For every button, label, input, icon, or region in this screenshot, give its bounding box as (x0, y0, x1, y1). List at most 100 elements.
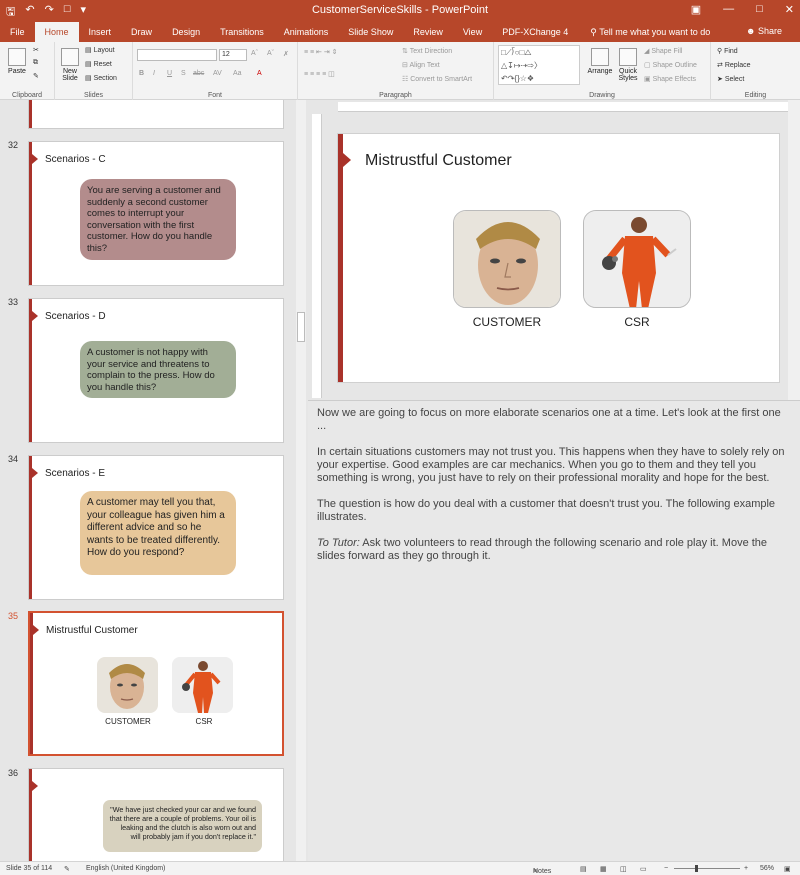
slide-sorter-icon[interactable]: ▦ (600, 865, 607, 873)
thumbnail-title: Scenarios - E (45, 468, 106, 479)
quick-styles-label: Quick Styles (618, 68, 638, 82)
underline-button[interactable]: U (167, 70, 172, 77)
language-indicator[interactable]: English (United Kingdom) (86, 865, 165, 872)
slide-title[interactable]: Mistrustful Customer (365, 152, 512, 170)
arrange-label: Arrange (587, 68, 613, 75)
select-button[interactable]: ➤ Select (717, 75, 744, 83)
reading-view-icon[interactable]: ◫ (620, 865, 627, 873)
char-spacing-button[interactable]: AV (213, 70, 222, 77)
replace-button[interactable]: ⇄ Replace (717, 61, 751, 69)
shape-fill-button[interactable]: ◢ Shape Fill (644, 47, 682, 55)
tutor-text: Ask two volunteers to read through the f… (317, 537, 768, 562)
layout-label: Layout (93, 47, 115, 54)
cut-icon[interactable]: ✂ (33, 46, 39, 54)
slide-thumbnail-35[interactable]: Mistrustful Customer CUSTOMER CSR (28, 611, 284, 756)
ribbon-options-icon[interactable]: ▣ (691, 3, 701, 16)
normal-view-icon[interactable]: ▤ (580, 865, 587, 873)
paste-button[interactable]: Paste (4, 48, 30, 75)
zoom-slider-thumb[interactable] (695, 865, 698, 872)
minimize-icon[interactable]: — (723, 3, 734, 16)
editing-group: ⚲ Find ⇄ Replace ➤ Select Editing (711, 42, 800, 100)
slide-thumbnail[interactable] (28, 100, 284, 129)
shapes-gallery[interactable]: □⟋⟌○□△ △↧↦⇢⇨〉 ↶↷{}☆❖ (498, 45, 580, 85)
format-painter-icon[interactable]: ✎ (33, 72, 39, 80)
slideshow-icon[interactable]: ▭ (640, 865, 647, 873)
tab-slide-show[interactable]: Slide Show (338, 22, 403, 42)
section-button[interactable]: ▤ Section (85, 74, 117, 82)
copy-icon[interactable]: ⧉ (33, 59, 38, 67)
tab-design[interactable]: Design (162, 22, 210, 42)
slide-thumbnail-34[interactable]: Scenarios - E A customer may tell you th… (28, 455, 284, 600)
text-direction-label: Text Direction (409, 48, 453, 55)
paragraph-group: ≡ ≡ ⇤ ⇥ ⇕ ≡ ≡ ≡ ≡ ◫ ⇅ Text Direction ⊟ A… (298, 42, 494, 100)
bold-button[interactable]: B (139, 70, 144, 77)
font-color-button[interactable]: A (257, 70, 262, 77)
tab-draw[interactable]: Draw (121, 22, 162, 42)
scrollbar-thumb[interactable] (297, 312, 305, 342)
shape-effects-button[interactable]: ▣ Shape Effects (644, 75, 696, 83)
thumbnail-title: Scenarios - D (45, 311, 106, 322)
editor-scrollbar[interactable] (788, 100, 800, 400)
zoom-out-icon[interactable]: − (664, 865, 668, 872)
customer-photo[interactable] (453, 210, 561, 308)
thumbnail-scrollbar[interactable] (296, 100, 306, 861)
current-slide[interactable]: Mistrustful Customer CUSTOMER CSR (337, 133, 780, 383)
section-label: Section (93, 75, 117, 82)
shape-effects-icon: ▣ (644, 76, 653, 83)
slide-thumbnail-33[interactable]: Scenarios - D A customer is not happy wi… (28, 298, 284, 443)
section-icon: ▤ (85, 75, 94, 82)
clear-format-icon[interactable]: ✗ (283, 50, 289, 58)
text-direction-button[interactable]: ⇅ Text Direction (402, 47, 452, 55)
zoom-level[interactable]: 56% (760, 865, 774, 872)
notes-label: Notes (533, 868, 552, 875)
tab-review[interactable]: Review (403, 22, 453, 42)
find-button[interactable]: ⚲ Find (717, 47, 738, 55)
tab-animations[interactable]: Animations (274, 22, 339, 42)
font-size-combo[interactable]: 12 (219, 49, 247, 61)
shadow-button[interactable]: S (181, 70, 186, 77)
change-case-button[interactable]: Aa (233, 70, 242, 77)
tab-pdf-xchange[interactable]: PDF-XChange 4 (492, 22, 578, 42)
csr-photo[interactable] (583, 210, 691, 308)
italic-button[interactable]: I (153, 70, 155, 77)
tab-view[interactable]: View (453, 22, 492, 42)
zoom-slider[interactable] (674, 868, 740, 869)
shape-outline-button[interactable]: ▢ Shape Outline (644, 61, 697, 69)
arrange-icon (591, 48, 609, 66)
quick-styles-button[interactable]: Quick Styles (616, 48, 640, 82)
layout-button[interactable]: ▤ Layout (85, 46, 115, 54)
notes-paragraph-4: To Tutor: Ask two volunteers to read thr… (317, 537, 790, 563)
smartart-button[interactable]: ☷ Convert to SmartArt (402, 75, 472, 83)
customer-thumbnail-photo (97, 657, 158, 713)
tab-transitions[interactable]: Transitions (210, 22, 274, 42)
reset-icon: ▤ (85, 61, 94, 68)
align-text-button[interactable]: ⊟ Align Text (402, 61, 440, 69)
maximize-icon[interactable]: □ (756, 3, 763, 16)
fit-slide-icon[interactable]: ▣ (784, 865, 791, 873)
customer-label[interactable]: CUSTOMER (442, 315, 572, 329)
grow-font-icon[interactable]: Aˆ (251, 50, 258, 57)
spellcheck-icon[interactable]: ✎ (64, 865, 70, 873)
tell-me-box[interactable]: ⚲ Tell me what you want to do (578, 22, 720, 42)
new-slide-label: New Slide (62, 68, 78, 82)
align-icons[interactable]: ≡ ≡ ≡ ≡ ◫ (304, 70, 335, 78)
notes-pane[interactable]: Now we are going to focus on more elabor… (308, 400, 800, 861)
new-slide-button[interactable]: New Slide (59, 48, 81, 82)
arrange-button[interactable]: Arrange (586, 48, 614, 75)
slide-thumbnail-32[interactable]: Scenarios - C You are serving a customer… (28, 141, 284, 286)
shrink-font-icon[interactable]: Aˇ (267, 50, 274, 57)
share-button[interactable]: ☻ Share (746, 26, 782, 36)
font-name-combo[interactable] (137, 49, 217, 61)
tab-insert[interactable]: Insert (79, 22, 122, 42)
bullets-icon[interactable]: ≡ ≡ ⇤ ⇥ ⇕ (304, 48, 338, 56)
tab-file[interactable]: File (0, 22, 35, 42)
ribbon-tabs: File Home Insert Draw Design Transitions… (0, 22, 800, 42)
strikethrough-button[interactable]: abc (193, 70, 204, 77)
slide-thumbnail-36[interactable]: "We have just checked your car and we fo… (28, 768, 284, 861)
reset-button[interactable]: ▤ Reset (85, 60, 112, 68)
csr-label[interactable]: CSR (572, 315, 702, 329)
close-icon[interactable]: ✕ (785, 3, 794, 16)
select-label: Select (724, 76, 745, 83)
zoom-in-icon[interactable]: + (744, 865, 748, 872)
tab-home[interactable]: Home (34, 22, 79, 42)
